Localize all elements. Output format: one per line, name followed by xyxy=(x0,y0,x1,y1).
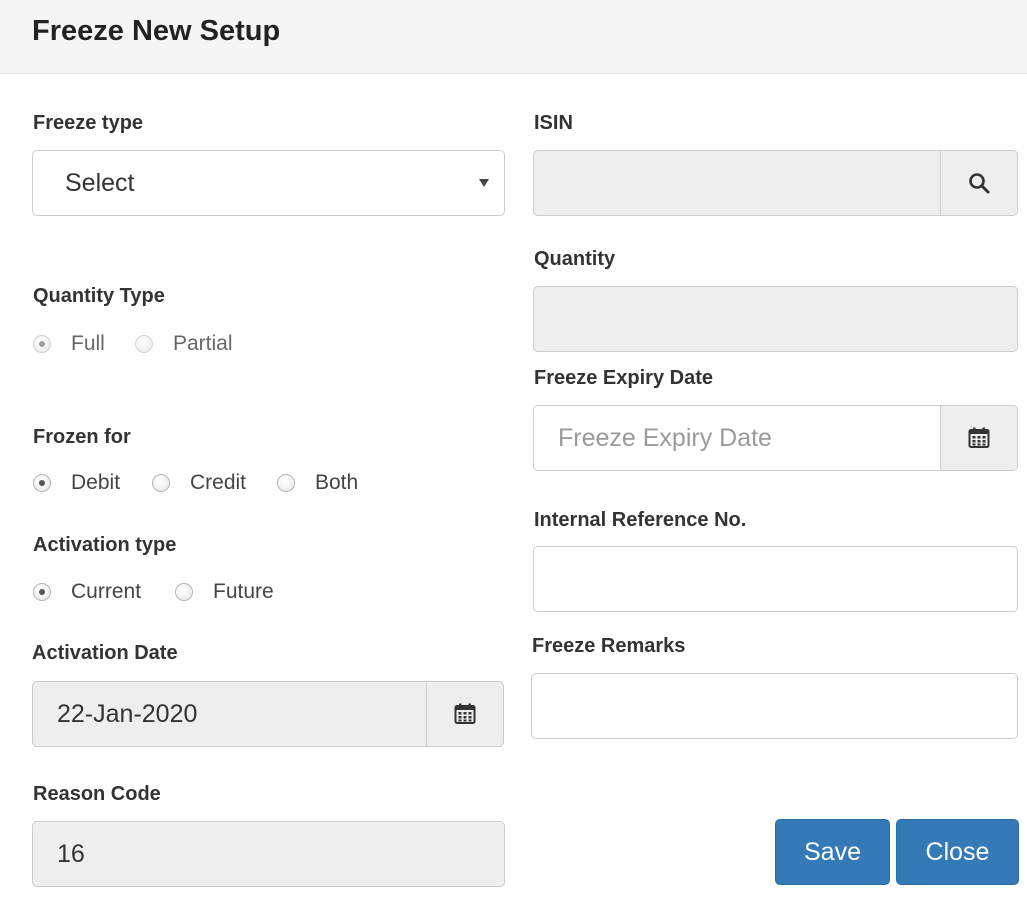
quantity-label: Quantity xyxy=(534,248,616,270)
quantity-type-option-partial[interactable]: Partial xyxy=(135,330,275,358)
frozen-for-option-both[interactable]: Both xyxy=(277,469,387,497)
activation-type-option-future[interactable]: Future xyxy=(175,578,295,606)
activation-type-label: Activation type xyxy=(33,534,177,556)
search-icon xyxy=(969,173,990,194)
radio-label: Future xyxy=(213,580,274,603)
radio-label: Current xyxy=(71,580,142,603)
activation-type-option-current[interactable]: Current xyxy=(33,578,163,606)
radio-unselected-icon xyxy=(135,335,153,353)
isin-search-button[interactable] xyxy=(940,151,1017,215)
reason-code-field[interactable]: 16 xyxy=(32,821,505,887)
radio-unselected-icon xyxy=(152,474,170,492)
isin-label: ISIN xyxy=(534,112,573,134)
internal-reference-input[interactable] xyxy=(533,546,1018,612)
chevron-down-icon xyxy=(479,179,489,187)
freeze-remarks-input[interactable] xyxy=(531,673,1018,739)
radio-label: Credit xyxy=(190,471,247,494)
quantity-type-label: Quantity Type xyxy=(33,285,165,307)
dialog-header: Freeze New Setup xyxy=(0,0,1027,74)
reason-code-label: Reason Code xyxy=(33,783,161,805)
radio-selected-icon xyxy=(33,474,51,492)
freeze-type-select[interactable]: Select xyxy=(32,150,505,216)
radio-selected-icon xyxy=(33,583,51,601)
activation-date-value: 22-Jan-2020 xyxy=(57,700,198,728)
radio-unselected-icon xyxy=(175,583,193,601)
internal-reference-label: Internal Reference No. xyxy=(534,509,747,531)
frozen-for-label: Frozen for xyxy=(33,426,131,448)
frozen-for-group: Debit Credit Both xyxy=(33,469,393,497)
activation-date-input[interactable]: 22-Jan-2020 xyxy=(32,681,504,747)
activation-type-group: Current Future xyxy=(33,578,333,606)
freeze-expiry-date-label: Freeze Expiry Date xyxy=(534,367,713,389)
freeze-type-value: Select xyxy=(65,169,135,197)
radio-label: Partial xyxy=(173,332,233,355)
freeze-type-label: Freeze type xyxy=(33,112,144,134)
activation-date-label: Activation Date xyxy=(32,642,178,664)
save-button[interactable]: Save xyxy=(775,819,890,885)
quantity-type-group: Full Partial xyxy=(33,330,293,358)
calendar-icon xyxy=(968,427,990,448)
quantity-type-option-full[interactable]: Full xyxy=(33,330,133,358)
activation-date-calendar-button[interactable] xyxy=(426,682,503,746)
isin-field[interactable] xyxy=(533,150,1018,216)
calendar-icon xyxy=(454,703,476,724)
frozen-for-option-credit[interactable]: Credit xyxy=(152,469,272,497)
dialog-title: Freeze New Setup xyxy=(32,15,281,47)
radio-unselected-icon xyxy=(277,474,295,492)
close-button[interactable]: Close xyxy=(896,819,1019,885)
radio-selected-icon xyxy=(33,335,51,353)
freeze-remarks-label: Freeze Remarks xyxy=(532,635,686,657)
radio-label: Both xyxy=(315,471,359,494)
freeze-expiry-date-input[interactable]: Freeze Expiry Date xyxy=(533,405,1018,471)
radio-label: Full xyxy=(71,332,105,355)
freeze-expiry-date-placeholder: Freeze Expiry Date xyxy=(558,424,772,452)
reason-code-value: 16 xyxy=(57,840,85,868)
freeze-expiry-calendar-button[interactable] xyxy=(940,406,1017,470)
radio-label: Debit xyxy=(71,471,121,494)
frozen-for-option-debit[interactable]: Debit xyxy=(33,469,143,497)
quantity-field[interactable] xyxy=(533,286,1018,352)
